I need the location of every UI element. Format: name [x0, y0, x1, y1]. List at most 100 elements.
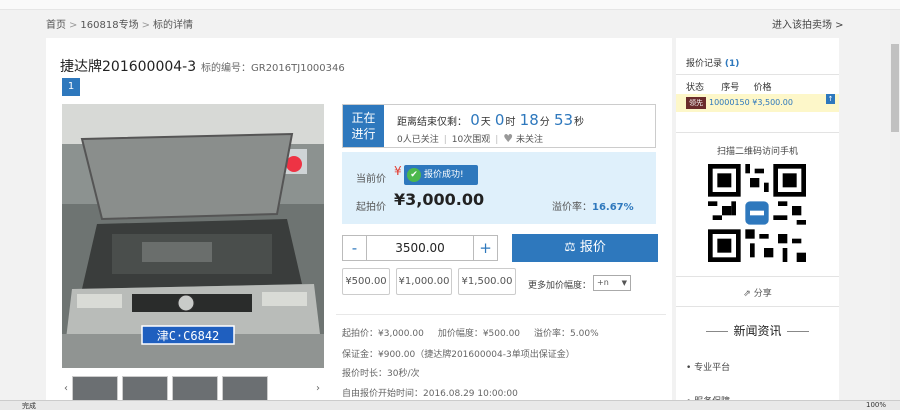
breadcrumb-separator: >: [141, 20, 150, 31]
countdown-seconds: 53: [553, 111, 574, 129]
news-item[interactable]: • 专业平台: [686, 360, 730, 373]
scan-qr-text: 扫描二维码访问手机: [716, 147, 798, 157]
col-number: 序号: [721, 83, 740, 93]
car-photo-illustration: 津C·C6842: [62, 104, 324, 368]
status-done: 完成: [22, 402, 36, 410]
follow-button[interactable]: 未关注: [516, 135, 543, 145]
auction-rules-line1: 起拍价：¥3,000.00 加价幅度：¥500.00 溢价率：5.00%: [342, 326, 599, 339]
lot-meta: 0人已关注 | 10次围观 | ♥ 未关注: [397, 132, 544, 145]
share-button[interactable]: ⇗ 分享: [676, 286, 839, 299]
check-icon: ✔: [407, 168, 421, 182]
more-increment-label: 更多加价幅度：: [528, 281, 592, 291]
increment-select-value: +n: [597, 278, 609, 287]
rule-increment: 加价幅度：¥500.00: [437, 329, 521, 339]
countdown-days: 0: [470, 111, 480, 129]
lot-number-label: 标的编号：: [201, 63, 251, 74]
status-badge-line1: 正在: [351, 111, 376, 125]
thumbnail[interactable]: [72, 376, 118, 402]
premium-rate-value: 16.67%: [592, 202, 634, 213]
countdown-label: 距离结束仅剩：: [397, 117, 467, 128]
thumbnail-prev-icon[interactable]: ‹: [62, 376, 70, 402]
bid-record-count: (1): [724, 59, 740, 69]
current-price-value: ¥: [394, 164, 402, 178]
thumbnail[interactable]: [122, 376, 168, 402]
views-count: 10次围观: [451, 135, 491, 145]
bid-record-row: 领先 10000150 ¥3,500.00 ↑: [676, 94, 839, 112]
lot-number-value: GR2016TJ1000346: [251, 63, 345, 74]
decrease-bid-button[interactable]: -: [342, 235, 367, 261]
bid-record-label: 报价记录: [686, 59, 723, 69]
thumbnail[interactable]: [172, 376, 218, 402]
countdown: 距离结束仅剩： 0天 0时 18分 53秒: [397, 111, 585, 129]
auction-status: 正在 进行 距离结束仅剩： 0天 0时 18分 53秒 0人已关注 | 10次围观 |…: [342, 104, 656, 148]
submit-bid-button[interactable]: ⚖ 报价: [512, 234, 658, 262]
increment-1000-button[interactable]: ¥1,000.00: [396, 268, 452, 295]
breadcrumb: 首页 >160818专场 > 标的详情: [46, 16, 193, 31]
premium-rate-label: 溢价率：: [552, 202, 592, 213]
rule-start-price: 起拍价：¥3,000.00: [342, 329, 424, 339]
thumbnail[interactable]: [222, 376, 268, 402]
start-price-value: ¥3,000.00: [394, 190, 485, 209]
countdown-seconds-unit: 秒: [574, 117, 585, 128]
lot-number: 标的编号：GR2016TJ1000346: [201, 59, 345, 74]
leading-badge: 领先: [686, 97, 706, 109]
svg-text:津C·C6842: 津C·C6842: [157, 329, 220, 343]
lot-detail-panel: 捷达牌201600004-3 标的编号：GR2016TJ1000346 1 津C…: [46, 38, 672, 410]
breadcrumb-separator: >: [69, 20, 78, 31]
share-icon: ⇗: [743, 289, 751, 299]
lot-title: 捷达牌201600004-3: [60, 59, 197, 75]
current-price-label: 当前价: [356, 174, 386, 185]
gavel-icon: ⚖: [564, 240, 576, 255]
caret-down-icon: ▼: [621, 279, 627, 287]
divider: [676, 276, 839, 277]
bid-success-toast: ✔ 报价成功!: [404, 165, 478, 185]
countdown-hours-unit: 时: [505, 117, 516, 128]
bid-record-title: 报价记录 (1): [686, 56, 739, 69]
divider: [676, 74, 839, 75]
bid-duration-info: 报价时长：30秒/次: [342, 369, 420, 379]
car-photo: 津C·C6842: [62, 104, 324, 368]
browser-toolbar: [0, 0, 900, 10]
increase-bid-button[interactable]: +: [473, 235, 498, 261]
breadcrumb-home[interactable]: 首页: [46, 20, 66, 31]
share-label: 分享: [753, 289, 772, 299]
divider: [676, 132, 839, 133]
toast-text: 报价成功!: [424, 170, 464, 180]
heart-icon[interactable]: ♥: [503, 132, 513, 145]
sidebar: 报价记录 (1) 状态 序号 价格 领先 10000150 ¥3,500.00 …: [676, 38, 839, 410]
premium-rate: 溢价率：16.67%: [552, 198, 634, 213]
bid-record-header: 状态 序号 价格: [686, 80, 772, 93]
enter-session-link[interactable]: 进入该拍卖场 >: [772, 16, 844, 31]
breadcrumb-current: 标的详情: [152, 20, 193, 31]
breadcrumb-session[interactable]: 160818专场: [80, 20, 138, 31]
zoom-level[interactable]: 100%: [866, 401, 886, 409]
col-status: 状态: [686, 83, 705, 93]
bid-record-text: 10000150 ¥3,500.00: [709, 98, 793, 107]
free-bid-start-info: 自由报价开始时间：2016.08.29 10:00:00: [342, 389, 518, 399]
divider: [676, 306, 839, 307]
news-title: 新闻资讯: [676, 322, 839, 339]
browser-status-bar: 完成 100%: [0, 400, 900, 410]
watchers-count: 0人已关注: [397, 135, 439, 145]
qr-code-icon: [708, 164, 806, 262]
thumbnail-next-icon[interactable]: ›: [314, 376, 322, 402]
countdown-hours: 0: [494, 111, 505, 129]
col-price: 价格: [753, 83, 772, 93]
submit-bid-label: 报价: [579, 240, 606, 255]
deposit-info: 保证金：¥900.00（捷达牌201600004-3单项出保证金）: [342, 350, 575, 360]
increment-1500-button[interactable]: ¥1,500.00: [458, 268, 516, 295]
start-price-label: 起拍价: [356, 202, 386, 213]
rule-premium: 溢价率：5.00%: [534, 329, 599, 339]
increment-select[interactable]: +n ▼: [593, 275, 631, 291]
countdown-minutes-unit: 分: [539, 117, 550, 128]
status-badge-line2: 进行: [351, 127, 376, 141]
news-item-label: 专业平台: [694, 363, 731, 373]
bid-amount-input[interactable]: 3500.00: [366, 235, 474, 261]
countdown-days-unit: 天: [480, 117, 491, 128]
price-panel: 当前价 ¥ ✔ 报价成功! 起拍价 ¥3,000.00 溢价率：16.67%: [342, 152, 656, 224]
increment-500-button[interactable]: ¥500.00: [342, 268, 390, 295]
photo-page-button[interactable]: 1: [62, 78, 80, 96]
page-scrollbar-thumb[interactable]: [891, 44, 899, 132]
divider: [336, 314, 666, 315]
scroll-up-icon[interactable]: ↑: [826, 94, 835, 104]
